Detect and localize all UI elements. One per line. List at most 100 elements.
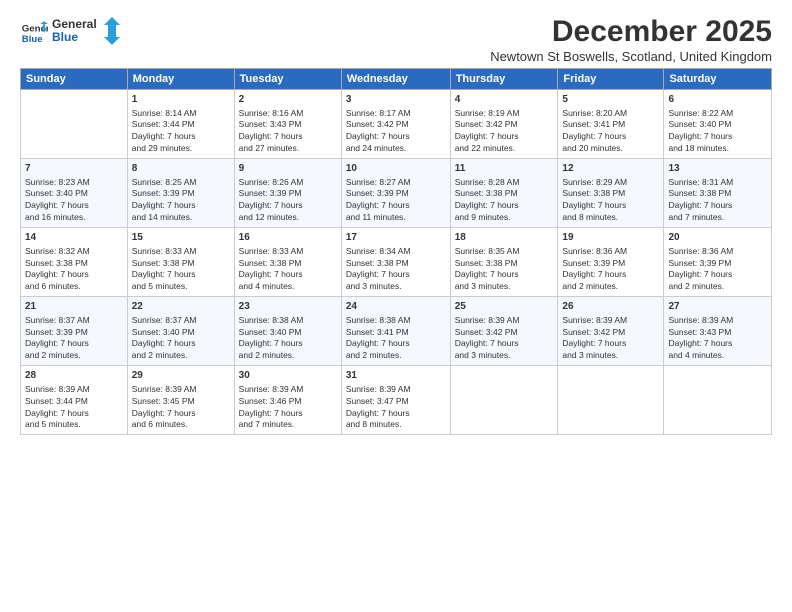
cell-info: Sunrise: 8:22 AMSunset: 3:40 PMDaylight:… <box>668 108 767 156</box>
cell-date: 11 <box>455 162 554 176</box>
table-row: 15Sunrise: 8:33 AMSunset: 3:38 PMDayligh… <box>127 228 234 297</box>
cell-date: 5 <box>562 93 659 107</box>
cell-info: Sunrise: 8:35 AMSunset: 3:38 PMDaylight:… <box>455 246 554 294</box>
cell-date: 27 <box>668 300 767 314</box>
cell-info: Sunrise: 8:38 AMSunset: 3:41 PMDaylight:… <box>346 315 446 363</box>
header-saturday: Saturday <box>664 69 772 90</box>
cell-info: Sunrise: 8:36 AMSunset: 3:39 PMDaylight:… <box>668 246 767 294</box>
table-row: 4Sunrise: 8:19 AMSunset: 3:42 PMDaylight… <box>450 90 558 159</box>
table-row: 24Sunrise: 8:38 AMSunset: 3:41 PMDayligh… <box>341 297 450 366</box>
table-row: 9Sunrise: 8:26 AMSunset: 3:39 PMDaylight… <box>234 159 341 228</box>
header-friday: Friday <box>558 69 664 90</box>
table-row <box>664 366 772 435</box>
table-row: 20Sunrise: 8:36 AMSunset: 3:39 PMDayligh… <box>664 228 772 297</box>
cell-date: 22 <box>132 300 230 314</box>
table-row <box>450 366 558 435</box>
logo-svg: General Blue <box>52 15 122 45</box>
header: General Blue General Blue December 2025 … <box>20 15 772 64</box>
cell-info: Sunrise: 8:33 AMSunset: 3:38 PMDaylight:… <box>239 246 337 294</box>
cell-info: Sunrise: 8:39 AMSunset: 3:46 PMDaylight:… <box>239 384 337 432</box>
cell-date: 30 <box>239 369 337 383</box>
cell-info: Sunrise: 8:29 AMSunset: 3:38 PMDaylight:… <box>562 177 659 225</box>
calendar-week-row: 7Sunrise: 8:23 AMSunset: 3:40 PMDaylight… <box>21 159 772 228</box>
table-row: 5Sunrise: 8:20 AMSunset: 3:41 PMDaylight… <box>558 90 664 159</box>
cell-date: 1 <box>132 93 230 107</box>
cell-date: 19 <box>562 231 659 245</box>
cell-date: 20 <box>668 231 767 245</box>
header-tuesday: Tuesday <box>234 69 341 90</box>
cell-date: 16 <box>239 231 337 245</box>
cell-date: 14 <box>25 231 123 245</box>
logo-icon: General Blue <box>20 19 48 47</box>
month-title: December 2025 <box>490 15 772 49</box>
cell-date: 15 <box>132 231 230 245</box>
cell-date: 4 <box>455 93 554 107</box>
table-row: 30Sunrise: 8:39 AMSunset: 3:46 PMDayligh… <box>234 366 341 435</box>
logo: General Blue General Blue <box>20 15 122 50</box>
table-row: 3Sunrise: 8:17 AMSunset: 3:42 PMDaylight… <box>341 90 450 159</box>
cell-date: 25 <box>455 300 554 314</box>
cell-info: Sunrise: 8:37 AMSunset: 3:40 PMDaylight:… <box>132 315 230 363</box>
title-block: December 2025 Newtown St Boswells, Scotl… <box>490 15 772 64</box>
cell-info: Sunrise: 8:16 AMSunset: 3:43 PMDaylight:… <box>239 108 337 156</box>
table-row: 11Sunrise: 8:28 AMSunset: 3:38 PMDayligh… <box>450 159 558 228</box>
table-row: 23Sunrise: 8:38 AMSunset: 3:40 PMDayligh… <box>234 297 341 366</box>
cell-info: Sunrise: 8:39 AMSunset: 3:47 PMDaylight:… <box>346 384 446 432</box>
cell-info: Sunrise: 8:39 AMSunset: 3:45 PMDaylight:… <box>132 384 230 432</box>
cell-date: 8 <box>132 162 230 176</box>
table-row: 7Sunrise: 8:23 AMSunset: 3:40 PMDaylight… <box>21 159 128 228</box>
cell-date: 24 <box>346 300 446 314</box>
cell-date: 23 <box>239 300 337 314</box>
table-row: 22Sunrise: 8:37 AMSunset: 3:40 PMDayligh… <box>127 297 234 366</box>
cell-info: Sunrise: 8:39 AMSunset: 3:42 PMDaylight:… <box>455 315 554 363</box>
cell-info: Sunrise: 8:26 AMSunset: 3:39 PMDaylight:… <box>239 177 337 225</box>
cell-date: 31 <box>346 369 446 383</box>
cell-date: 6 <box>668 93 767 107</box>
cell-info: Sunrise: 8:17 AMSunset: 3:42 PMDaylight:… <box>346 108 446 156</box>
calendar-week-row: 1Sunrise: 8:14 AMSunset: 3:44 PMDaylight… <box>21 90 772 159</box>
cell-info: Sunrise: 8:37 AMSunset: 3:39 PMDaylight:… <box>25 315 123 363</box>
cell-date: 28 <box>25 369 123 383</box>
table-row: 13Sunrise: 8:31 AMSunset: 3:38 PMDayligh… <box>664 159 772 228</box>
table-row: 19Sunrise: 8:36 AMSunset: 3:39 PMDayligh… <box>558 228 664 297</box>
table-row: 6Sunrise: 8:22 AMSunset: 3:40 PMDaylight… <box>664 90 772 159</box>
cell-info: Sunrise: 8:33 AMSunset: 3:38 PMDaylight:… <box>132 246 230 294</box>
header-sunday: Sunday <box>21 69 128 90</box>
cell-date: 17 <box>346 231 446 245</box>
header-monday: Monday <box>127 69 234 90</box>
cell-info: Sunrise: 8:38 AMSunset: 3:40 PMDaylight:… <box>239 315 337 363</box>
table-row: 27Sunrise: 8:39 AMSunset: 3:43 PMDayligh… <box>664 297 772 366</box>
header-thursday: Thursday <box>450 69 558 90</box>
header-wednesday: Wednesday <box>341 69 450 90</box>
table-row <box>558 366 664 435</box>
cell-info: Sunrise: 8:32 AMSunset: 3:38 PMDaylight:… <box>25 246 123 294</box>
table-row: 17Sunrise: 8:34 AMSunset: 3:38 PMDayligh… <box>341 228 450 297</box>
calendar-table: Sunday Monday Tuesday Wednesday Thursday… <box>20 68 772 435</box>
table-row: 16Sunrise: 8:33 AMSunset: 3:38 PMDayligh… <box>234 228 341 297</box>
cell-date: 26 <box>562 300 659 314</box>
table-row: 21Sunrise: 8:37 AMSunset: 3:39 PMDayligh… <box>21 297 128 366</box>
table-row: 26Sunrise: 8:39 AMSunset: 3:42 PMDayligh… <box>558 297 664 366</box>
table-row: 25Sunrise: 8:39 AMSunset: 3:42 PMDayligh… <box>450 297 558 366</box>
cell-info: Sunrise: 8:39 AMSunset: 3:43 PMDaylight:… <box>668 315 767 363</box>
cell-date: 9 <box>239 162 337 176</box>
table-row: 14Sunrise: 8:32 AMSunset: 3:38 PMDayligh… <box>21 228 128 297</box>
cell-info: Sunrise: 8:28 AMSunset: 3:38 PMDaylight:… <box>455 177 554 225</box>
table-row: 31Sunrise: 8:39 AMSunset: 3:47 PMDayligh… <box>341 366 450 435</box>
cell-date: 29 <box>132 369 230 383</box>
table-row: 10Sunrise: 8:27 AMSunset: 3:39 PMDayligh… <box>341 159 450 228</box>
calendar-week-row: 14Sunrise: 8:32 AMSunset: 3:38 PMDayligh… <box>21 228 772 297</box>
table-row: 18Sunrise: 8:35 AMSunset: 3:38 PMDayligh… <box>450 228 558 297</box>
table-row: 2Sunrise: 8:16 AMSunset: 3:43 PMDaylight… <box>234 90 341 159</box>
cell-info: Sunrise: 8:25 AMSunset: 3:39 PMDaylight:… <box>132 177 230 225</box>
cell-info: Sunrise: 8:14 AMSunset: 3:44 PMDaylight:… <box>132 108 230 156</box>
svg-text:General: General <box>52 17 97 31</box>
table-row: 29Sunrise: 8:39 AMSunset: 3:45 PMDayligh… <box>127 366 234 435</box>
cell-info: Sunrise: 8:31 AMSunset: 3:38 PMDaylight:… <box>668 177 767 225</box>
cell-info: Sunrise: 8:36 AMSunset: 3:39 PMDaylight:… <box>562 246 659 294</box>
table-row: 28Sunrise: 8:39 AMSunset: 3:44 PMDayligh… <box>21 366 128 435</box>
calendar-week-row: 28Sunrise: 8:39 AMSunset: 3:44 PMDayligh… <box>21 366 772 435</box>
cell-date: 7 <box>25 162 123 176</box>
cell-date: 12 <box>562 162 659 176</box>
cell-date: 10 <box>346 162 446 176</box>
